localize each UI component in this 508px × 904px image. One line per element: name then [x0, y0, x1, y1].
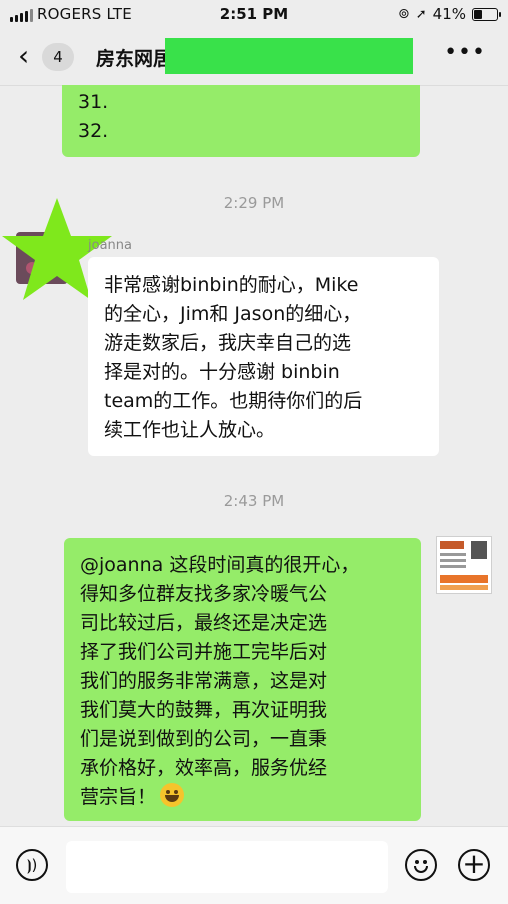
message-line: 的全心，Jim和 Jason的细心， — [104, 303, 362, 325]
battery-icon — [472, 7, 501, 21]
more-options-icon[interactable]: ••• — [444, 40, 486, 65]
chat-header: ‹ 4 房东网居 ••• — [0, 30, 508, 86]
smiley-icon[interactable] — [405, 849, 437, 881]
outgoing-message-bubble[interactable]: @joanna 这段时间真的很开心， 得知多位群友找多家冷暖气公 司比较过后，最… — [64, 538, 421, 821]
message-line: 择了我们公司并施工完毕后对 — [80, 641, 328, 663]
timestamp: 2:43 PM — [223, 492, 285, 510]
message-line: 承价格好，效率高，服务优经 — [80, 757, 328, 779]
message-line: @joanna 这段时间真的很开心， — [80, 554, 360, 576]
message-line: 得知多位群友找多家冷暖气公 — [80, 583, 328, 605]
redaction-bar — [165, 38, 413, 74]
unread-count-badge[interactable]: 4 — [42, 43, 74, 71]
my-avatar[interactable] — [436, 536, 492, 594]
message-line: team的工作。也期待你们的后 — [104, 390, 363, 412]
message-input[interactable] — [66, 841, 388, 893]
message-line: 们是说到做到的公司，一直秉 — [80, 728, 328, 750]
message-line: 司比较过后，最终还是决定选 — [80, 612, 328, 634]
grinning-face-emoji-icon — [160, 783, 185, 807]
message-line: 32. — [78, 120, 109, 142]
location-icon: ➚ — [415, 6, 427, 22]
message-line: 游走数家后，我庆幸自己的选 — [104, 332, 352, 354]
sender-name: joanna — [88, 238, 132, 253]
message-line: 营宗旨！ — [80, 786, 157, 808]
message-line: 31. — [78, 91, 109, 113]
incoming-message-bubble[interactable]: 非常感谢binbin的耐心，Mike 的全心，Jim和 Jason的细心， 游走… — [88, 257, 439, 456]
status-bar: ROGERS LTE 2:51 PM ⊚ ➚ 41% — [0, 0, 508, 30]
message-line: 择是对的。十分感谢 binbin — [104, 361, 340, 383]
input-bar: ⦘) + — [0, 826, 508, 904]
message-line: 续工作也让人放心。 — [104, 419, 276, 441]
outgoing-message-bubble[interactable]: 31. 32. — [62, 85, 420, 157]
plus-icon[interactable]: + — [458, 849, 490, 881]
back-chevron-icon[interactable]: ‹ — [18, 42, 29, 70]
orientation-lock-icon: ⊚ — [398, 6, 410, 22]
message-line: 我们莫大的鼓舞，再次证明我 — [80, 699, 328, 721]
voice-icon[interactable]: ⦘) — [16, 849, 48, 881]
battery-percent: 41% — [432, 5, 466, 23]
message-last-line: 营宗旨！ — [80, 783, 185, 812]
message-line: 非常感谢binbin的耐心，Mike — [104, 274, 359, 296]
message-line: 我们的服务非常满意，这是对 — [80, 670, 328, 692]
chat-title: 房东网居 — [96, 48, 173, 70]
